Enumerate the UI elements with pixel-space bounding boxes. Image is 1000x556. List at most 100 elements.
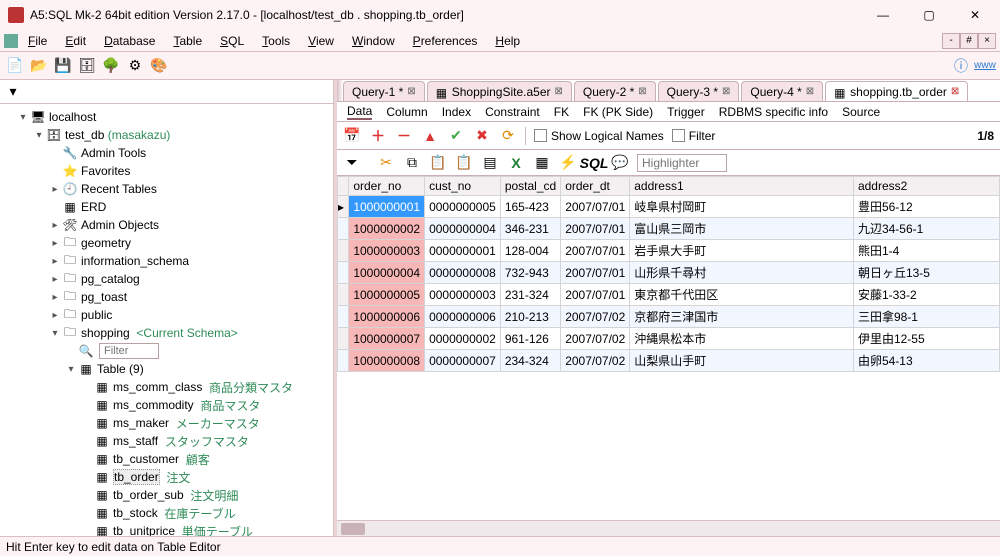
cell-postal-cd[interactable]: 128-004	[500, 240, 560, 262]
cell-address2[interactable]: 朝日ヶ丘13-5	[853, 262, 999, 284]
cell-cust-no[interactable]: 0000000005	[425, 196, 501, 218]
tab-query-3[interactable]: Query-3 *⊠	[658, 81, 740, 101]
subtab-source[interactable]: Source	[842, 105, 880, 119]
comment-icon[interactable]: 💬	[611, 154, 629, 172]
tab-query-4[interactable]: Query-4 *⊠	[741, 81, 823, 101]
menu-window[interactable]: Window	[344, 32, 403, 50]
table-row[interactable]: 10000000070000000002961-1262007/07/02沖縄県…	[338, 328, 1000, 350]
subtab-fk[interactable]: FK	[554, 105, 569, 119]
menu-table[interactable]: Table	[165, 32, 210, 50]
cell-address1[interactable]: 岩手県大手町	[630, 240, 854, 262]
close-icon[interactable]: ⊠	[951, 86, 959, 97]
table-row[interactable]: 10000000030000000001128-0042007/07/01岩手県…	[338, 240, 1000, 262]
expand-toggle[interactable]: ▸	[48, 238, 62, 249]
funnel-icon[interactable]: ⏷	[343, 154, 361, 172]
expand-toggle[interactable]: ▸	[48, 310, 62, 321]
tree-node-favorites[interactable]: Favorites	[81, 164, 130, 178]
tree-node-public[interactable]: public	[81, 308, 112, 322]
cell-order-dt[interactable]: 2007/07/01	[561, 218, 630, 240]
menu-database[interactable]: Database	[96, 32, 163, 50]
close-icon[interactable]: ⊠	[555, 86, 563, 97]
cell-order-no[interactable]: 1000000003	[349, 240, 425, 262]
expand-toggle[interactable]: ▸	[48, 256, 62, 267]
expand-toggle[interactable]: ▾	[48, 328, 62, 339]
tree-table[interactable]: tb_order_sub	[113, 488, 184, 502]
expand-toggle[interactable]: ▸	[48, 184, 62, 195]
tree-node-info-schema[interactable]: information_schema	[81, 254, 189, 268]
copy-icon[interactable]: ⧉	[403, 154, 421, 172]
tree-node-shopping[interactable]: shopping	[81, 326, 130, 340]
tree-table[interactable]: ms_commodity	[113, 398, 194, 412]
cell-postal-cd[interactable]: 210-213	[500, 306, 560, 328]
tree-table[interactable]: tb_unitprice	[113, 524, 175, 536]
delete-row-icon[interactable]: －	[395, 127, 413, 145]
calendar-icon[interactable]: 📅	[343, 127, 361, 145]
close-icon[interactable]: ⊠	[806, 86, 814, 97]
tree-node-table-group[interactable]: Table (9)	[97, 362, 144, 376]
subtab-data[interactable]: Data	[347, 104, 372, 120]
cell-order-dt[interactable]: 2007/07/01	[561, 262, 630, 284]
cell-address2[interactable]: 熊田1-4	[853, 240, 999, 262]
close-icon[interactable]: ⊠	[407, 86, 415, 97]
copy-append-icon[interactable]: 📋	[455, 154, 473, 172]
schema-filter-input[interactable]	[99, 343, 159, 359]
tree-node-admin-objects[interactable]: Admin Objects	[81, 218, 159, 232]
gear-icon[interactable]: ⚙	[126, 57, 144, 75]
col-order-no[interactable]: order_no	[349, 177, 425, 196]
edit-icon[interactable]: ▲	[421, 127, 439, 145]
tab-tb-order[interactable]: ▦shopping.tb_order⊠	[825, 81, 968, 101]
col-cust-no[interactable]: cust_no	[425, 177, 501, 196]
open-icon[interactable]: 📂	[30, 57, 48, 75]
cell-postal-cd[interactable]: 234-324	[500, 350, 560, 372]
table-row[interactable]: 10000000040000000008732-9432007/07/01山形県…	[338, 262, 1000, 284]
menu-file[interactable]: FFileile	[20, 32, 55, 50]
cell-order-dt[interactable]: 2007/07/01	[561, 284, 630, 306]
window-maximize-button[interactable]: ▢	[906, 0, 952, 30]
expand-toggle[interactable]: ▾	[64, 364, 78, 375]
table-row[interactable]: 10000000050000000003231-3242007/07/01東京都…	[338, 284, 1000, 306]
subtab-fk-pk[interactable]: FK (PK Side)	[583, 105, 653, 119]
cell-address1[interactable]: 京都府三津国市	[630, 306, 854, 328]
cell-address2[interactable]: 九辺34-56-1	[853, 218, 999, 240]
tree-table-selected[interactable]: tb_order	[114, 470, 159, 484]
db-tree[interactable]: ▾🖥localhost ▾🗄test_db (masakazu) 🔧Admin …	[0, 104, 333, 536]
cell-address2[interactable]: 由卵54-13	[853, 350, 999, 372]
tree-table[interactable]: tb_customer	[113, 452, 179, 466]
horizontal-scrollbar[interactable]	[337, 520, 1000, 536]
cell-address2[interactable]: 豊田56-12	[853, 196, 999, 218]
tree-node-geometry[interactable]: geometry	[81, 236, 131, 250]
cell-cust-no[interactable]: 0000000003	[425, 284, 501, 306]
paste-icon[interactable]: 📋	[429, 154, 447, 172]
tree-table[interactable]: ms_maker	[113, 416, 169, 430]
expand-toggle[interactable]: ▾	[32, 130, 46, 141]
tree-table[interactable]: ms_staff	[113, 434, 158, 448]
col-postal-cd[interactable]: postal_cd	[500, 177, 560, 196]
cell-cust-no[interactable]: 0000000002	[425, 328, 501, 350]
expand-toggle[interactable]: ▾	[16, 112, 30, 123]
cell-address2[interactable]: 安藤1-33-2	[853, 284, 999, 306]
tree-node-recent[interactable]: Recent Tables	[81, 182, 157, 196]
tree-table[interactable]: tb_stock	[113, 506, 158, 520]
tab-query-1[interactable]: Query-1 *⊠	[343, 81, 425, 101]
cell-cust-no[interactable]: 0000000004	[425, 218, 501, 240]
col-address1[interactable]: address1	[630, 177, 854, 196]
cell-address2[interactable]: 伊里由12-55	[853, 328, 999, 350]
mdi-restore-button[interactable]: #	[960, 33, 978, 49]
tree-node-server[interactable]: localhost	[49, 110, 96, 124]
cell-address1[interactable]: 岐阜県村岡町	[630, 196, 854, 218]
tree-node-pg-toast[interactable]: pg_toast	[81, 290, 127, 304]
mdi-close-button[interactable]: ×	[978, 33, 996, 49]
col-order-dt[interactable]: order_dt	[561, 177, 630, 196]
help-icon[interactable]: ⓘ	[952, 57, 970, 75]
expand-toggle[interactable]: ▸	[48, 274, 62, 285]
cell-order-no[interactable]: 1000000004	[349, 262, 425, 284]
export-icon[interactable]: ▤	[481, 154, 499, 172]
save-icon[interactable]: 💾	[54, 57, 72, 75]
tree-node-pg-catalog[interactable]: pg_catalog	[81, 272, 140, 286]
tree-collapse-icon[interactable]: ▾	[4, 83, 22, 101]
lightning-icon[interactable]: ⚡	[559, 154, 577, 172]
cancel-icon[interactable]: ✖	[473, 127, 491, 145]
expand-toggle[interactable]: ▸	[48, 292, 62, 303]
subtab-column[interactable]: Column	[386, 105, 427, 119]
highlighter-input[interactable]	[637, 154, 727, 172]
